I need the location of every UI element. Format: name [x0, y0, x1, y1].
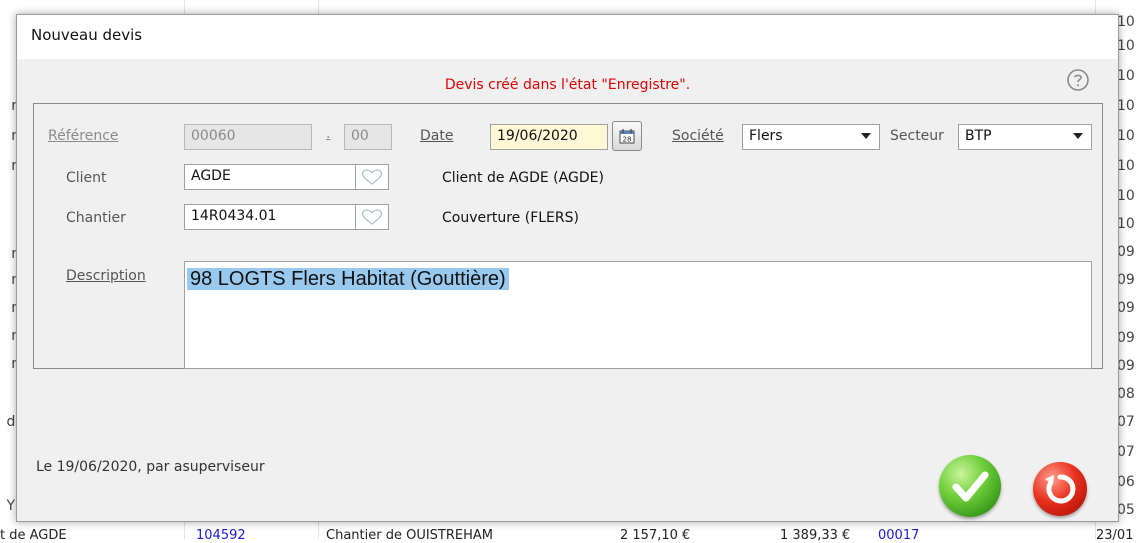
undo-icon — [1045, 474, 1076, 504]
bg-bottom-cell: Chantier de OUISTREHAM — [326, 528, 493, 543]
bg-right-fragment: 09 — [1117, 272, 1135, 288]
dialog-title: Nouveau devis — [31, 26, 143, 44]
bg-right-fragment: 09 — [1117, 244, 1135, 260]
bg-right-fragment: 09 — [1117, 330, 1135, 346]
new-quote-dialog: Nouveau devis Devis créé dans l'état "En… — [16, 14, 1119, 522]
bg-right-fragment: 10 — [1117, 216, 1135, 232]
bg-right-fragment: 10 — [1117, 128, 1135, 144]
bg-right-fragment: 10 — [1117, 14, 1135, 30]
heart-icon — [361, 169, 383, 185]
description-text: 98 LOGTS Flers Habitat (Gouttière) — [187, 268, 509, 290]
reference-suffix-input: 00 — [344, 124, 392, 150]
secteur-value: BTP — [965, 128, 992, 144]
bg-right-fragment: 09 — [1117, 300, 1135, 316]
chantier-info: Couverture (FLERS) — [442, 210, 579, 226]
audit-text: Le 19/06/2020, par asuperviseur — [36, 459, 265, 475]
question-circle-icon[interactable] — [1066, 68, 1090, 92]
bg-bottom-cell: 00017 — [878, 528, 920, 543]
client-lookup-button[interactable] — [355, 164, 389, 190]
description-textarea[interactable]: 98 LOGTS Flers Habitat (Gouttière) — [184, 261, 1092, 369]
bg-bottom-cell: t de AGDE — [0, 528, 67, 543]
bg-bottom-cell: 2 157,10 € — [620, 528, 691, 543]
chevron-down-icon — [1073, 133, 1083, 139]
client-label: Client — [66, 170, 107, 186]
cancel-button[interactable] — [1033, 462, 1087, 516]
reference-label: Référence — [48, 128, 119, 144]
bg-bottom-cell: 23/01 — [1096, 528, 1134, 543]
svg-text:28: 28 — [623, 136, 632, 144]
description-label: Description — [66, 268, 146, 284]
chantier-input[interactable]: 14R0434.01 — [184, 204, 356, 230]
status-message: Devis créé dans l'état "Enregistre". — [444, 77, 691, 93]
bg-right-fragment: 06 — [1117, 474, 1135, 490]
bg-right-fragment: 08 — [1117, 386, 1135, 402]
calendar-button[interactable]: 28 — [612, 121, 642, 151]
societe-value: Flers — [749, 128, 783, 144]
date-input[interactable]: 19/06/2020 — [490, 124, 608, 150]
bg-right-fragment: 10 — [1117, 188, 1135, 204]
reference-input: 00060 — [184, 124, 312, 150]
client-input[interactable]: AGDE — [184, 164, 356, 190]
checkmark-icon — [952, 471, 989, 502]
bg-bottom-cell: 1 389,33 € — [780, 528, 851, 543]
bg-bottom-cell: 104592 — [196, 528, 246, 543]
chevron-down-icon — [861, 133, 871, 139]
bg-right-fragment: 05 — [1117, 502, 1135, 518]
bg-right-fragment: 09 — [1117, 358, 1135, 374]
reference-separator: . — [326, 126, 331, 142]
calendar-icon: 28 — [619, 129, 635, 144]
client-info: Client de AGDE (AGDE) — [442, 170, 604, 186]
dialog-titlebar[interactable]: Nouveau devis — [17, 15, 1118, 59]
ok-button[interactable] — [939, 455, 1001, 517]
societe-select[interactable]: Flers — [742, 124, 880, 150]
bg-right-fragment: 10 — [1117, 158, 1135, 174]
societe-label: Société — [672, 128, 724, 144]
bg-right-fragment: 10 — [1117, 98, 1135, 114]
secteur-label: Secteur — [890, 128, 944, 144]
date-label: Date — [420, 128, 454, 144]
chantier-lookup-button[interactable] — [355, 204, 389, 230]
secteur-select[interactable]: BTP — [958, 124, 1092, 150]
quote-form-panel: Référence 00060 . 00 Date 19/06/2020 28 … — [33, 103, 1103, 369]
chantier-label: Chantier — [66, 210, 126, 226]
bg-right-fragment: 07 — [1117, 414, 1135, 430]
bg-right-fragment: 10 — [1117, 68, 1135, 84]
bg-right-fragment: 07 — [1117, 444, 1135, 460]
heart-icon — [361, 209, 383, 225]
bg-right-fragment: 10 — [1117, 38, 1135, 54]
